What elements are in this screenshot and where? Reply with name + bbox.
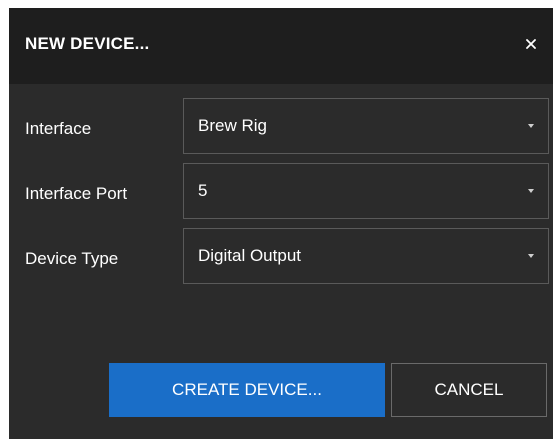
- interface-select[interactable]: Brew Rig: [183, 98, 549, 154]
- close-button[interactable]: [517, 30, 545, 58]
- chevron-down-icon: [528, 189, 534, 193]
- interface-port-label: Interface Port: [25, 184, 128, 203]
- dialog-title: NEW DEVICE...: [25, 34, 150, 53]
- cancel-button[interactable]: CANCEL: [391, 363, 547, 417]
- interface-port-select[interactable]: 5: [183, 163, 549, 219]
- chevron-down-icon: [528, 254, 534, 258]
- chevron-down-icon: [528, 124, 534, 128]
- device-type-label: Device Type: [25, 249, 119, 268]
- close-icon: [526, 39, 536, 49]
- new-device-dialog: NEW DEVICE... Interface Brew Rig Interfa…: [9, 8, 553, 439]
- device-type-select[interactable]: Digital Output: [183, 228, 549, 284]
- dialog-titlebar: NEW DEVICE...: [9, 8, 553, 84]
- create-device-button[interactable]: CREATE DEVICE...: [109, 363, 385, 417]
- interface-label: Interface: [25, 119, 92, 138]
- interface-value: Brew Rig: [198, 116, 267, 135]
- device-type-value: Digital Output: [198, 246, 301, 265]
- interface-port-value: 5: [198, 181, 208, 200]
